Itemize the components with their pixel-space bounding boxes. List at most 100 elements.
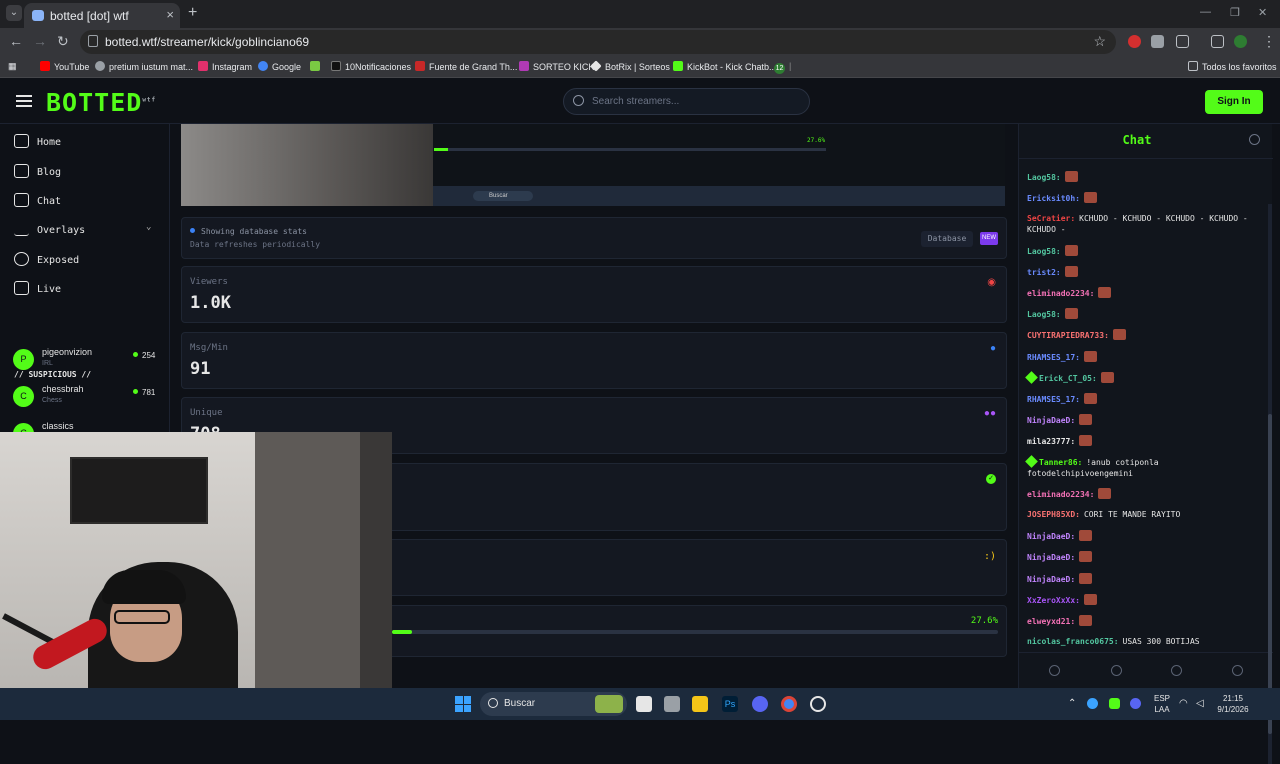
database-button[interactable]: Database	[921, 231, 973, 247]
collapse-arrows-icon[interactable]	[1049, 665, 1060, 676]
all-bookmarks[interactable]: Todos los favoritos	[1188, 61, 1277, 72]
suspicious-channel-item[interactable]: C chessbrah Chess 781	[13, 384, 163, 416]
reading-list-icon[interactable]	[1211, 35, 1224, 48]
chat-username[interactable]: XxZeroXxXx:	[1027, 596, 1080, 605]
chat-username[interactable]: RHAMSES_17:	[1027, 395, 1080, 404]
subscriber-badge-icon	[1025, 370, 1038, 384]
obs-icon[interactable]	[810, 696, 826, 712]
settings-icon[interactable]	[1232, 665, 1243, 676]
minimize-icon[interactable]: —	[1200, 6, 1211, 18]
stream-preview[interactable]: 27.6% Buscar	[181, 124, 1005, 206]
bookmark-item[interactable]: BotRix | Sorteos	[590, 60, 670, 72]
block-icon[interactable]	[1111, 665, 1122, 676]
bookmark-item[interactable]: YouTube	[40, 61, 89, 72]
discord-icon[interactable]	[752, 696, 768, 712]
sidebar-item-blog[interactable]: Blog	[14, 164, 61, 184]
reload-icon[interactable]: ↻	[57, 33, 69, 50]
chat-username[interactable]: JOSEPH85XD:	[1027, 510, 1080, 519]
wifi-icon[interactable]: ◠	[1179, 698, 1188, 709]
volume-icon[interactable]: ◁	[1196, 698, 1204, 709]
sidebar-item-live[interactable]: Live	[14, 281, 61, 301]
taskbar-search[interactable]: Buscar	[480, 692, 627, 716]
hamburger-menu-icon[interactable]	[16, 95, 32, 107]
search-streamers-input[interactable]: Search streamers...	[563, 88, 810, 115]
language-indicator[interactable]: ESP LAA	[1151, 693, 1173, 715]
refresh-icon[interactable]	[1171, 665, 1182, 676]
new-tab-button[interactable]: +	[188, 4, 197, 22]
chevron-down-icon[interactable]: ⌄	[146, 222, 151, 232]
file-explorer-icon[interactable]	[692, 696, 708, 712]
chat-username[interactable]: Ericksit0h:	[1027, 194, 1080, 203]
chat-username[interactable]: eliminado2234:	[1027, 289, 1094, 298]
sidebar-item-chat[interactable]: Chat	[14, 193, 61, 213]
task-view-icon[interactable]	[636, 696, 652, 712]
apps-grid-icon[interactable]: ▦	[8, 61, 17, 72]
windows-start-icon[interactable]	[455, 696, 471, 712]
bookmark-item[interactable]: Instagram	[198, 61, 252, 72]
botted-logo[interactable]: BOTTEDwtf	[46, 88, 156, 117]
chat-username[interactable]: Laog58:	[1027, 247, 1061, 256]
chat-username[interactable]: NinjaDaeD:	[1027, 575, 1075, 584]
chat-username[interactable]: Laog58:	[1027, 173, 1061, 182]
tray-chevron-icon[interactable]: ⌃	[1068, 698, 1076, 709]
tray-app-icon[interactable]	[1109, 698, 1120, 709]
search-icon	[488, 698, 498, 708]
chat-username[interactable]: Tanner86:	[1039, 458, 1082, 467]
tray-discord-icon[interactable]	[1130, 698, 1141, 709]
system-clock[interactable]: 21:15 9/1/2026	[1210, 693, 1256, 715]
bookmark-item[interactable]	[310, 61, 324, 72]
back-arrow-icon[interactable]: ←	[9, 33, 23, 49]
bookmark-item[interactable]: KickBot - Kick Chatb...	[673, 61, 777, 72]
menu-kebab-icon[interactable]: ⋮	[1262, 33, 1276, 50]
extension-icon[interactable]	[1128, 35, 1141, 48]
chat-messages[interactable]: Laog58: Ericksit0h: SeCratier: KCHUDO - KCH…	[1019, 158, 1273, 652]
tray-app-icon[interactable]	[1087, 698, 1098, 709]
chat-username[interactable]: NinjaDaeD:	[1027, 553, 1075, 562]
close-window-icon[interactable]: ✕	[1258, 6, 1267, 19]
extension-icon[interactable]	[1151, 35, 1164, 48]
gear-icon[interactable]	[1249, 134, 1260, 145]
profile-avatar[interactable]	[1234, 35, 1247, 48]
emote-icon	[1083, 393, 1097, 404]
bookmark-item[interactable]: SORTEO KICK	[519, 61, 594, 72]
bookmark-item[interactable]: Google	[258, 61, 301, 72]
sidebar-item-home[interactable]: Home	[14, 134, 61, 154]
browser-toolbar: ← → ↻ botted.wtf/streamer/kick/goblincia…	[0, 28, 1280, 56]
site-info-icon[interactable]	[88, 35, 98, 47]
chat-username[interactable]: mila23777:	[1027, 437, 1075, 446]
bookmark-item[interactable]: pretium iustum mat...	[95, 61, 193, 72]
chat-username[interactable]: eliminado2234:	[1027, 490, 1094, 499]
photoshop-icon[interactable]: Ps	[722, 696, 738, 712]
scrollbar-thumb[interactable]	[1268, 414, 1272, 734]
bookmark-item[interactable]: Fuente de Grand Th...	[415, 61, 517, 72]
browser-tab[interactable]: botted [dot] wtf ×	[24, 3, 180, 28]
chat-username[interactable]: trist2:	[1027, 268, 1061, 277]
emote-icon	[1064, 244, 1078, 256]
chat-username[interactable]: Laog58:	[1027, 310, 1061, 319]
chat-username[interactable]: elweyxd21:	[1027, 617, 1075, 626]
sign-in-button[interactable]: Sign In	[1205, 90, 1263, 114]
forward-arrow-icon[interactable]: →	[33, 33, 47, 49]
bookmark-star-icon[interactable]: ☆	[1093, 33, 1106, 50]
bookmark-item[interactable]: 10Notificaciones	[331, 61, 411, 72]
page-scrollbar[interactable]	[1268, 204, 1272, 764]
chat-username[interactable]: Erick_CT_05:	[1039, 374, 1097, 383]
sidebar-item-overlays[interactable]: Overlays ⌄	[14, 222, 151, 242]
sidebar-item-exposed[interactable]: Exposed	[14, 252, 79, 272]
close-tab-icon[interactable]: ×	[166, 7, 174, 22]
restore-icon[interactable]: ❐	[1230, 6, 1240, 19]
chat-username[interactable]: NinjaDaeD:	[1027, 532, 1075, 541]
chat-username[interactable]: SeCratier:	[1027, 214, 1075, 223]
chat-username[interactable]: RHAMSES_17:	[1027, 353, 1080, 362]
chat-username[interactable]: CUYTIRAPIEDRA733:	[1027, 331, 1109, 340]
extensions-puzzle-icon[interactable]	[1176, 35, 1189, 48]
chat-username[interactable]: nicolas_franco0675:	[1027, 637, 1119, 646]
chrome-icon[interactable]	[781, 696, 797, 712]
channel-name: classics	[42, 421, 74, 431]
bookmark-item[interactable]: 12 |	[774, 61, 791, 74]
tab-search-icon[interactable]: ⌄	[6, 5, 22, 21]
chat-username[interactable]: NinjaDaeD:	[1027, 416, 1075, 425]
suspicious-channel-item[interactable]: P pigeonvizion IRL 254	[13, 347, 163, 379]
app-icon[interactable]	[664, 696, 680, 712]
address-bar[interactable]: botted.wtf/streamer/kick/goblinciano69 ☆	[80, 30, 1116, 54]
